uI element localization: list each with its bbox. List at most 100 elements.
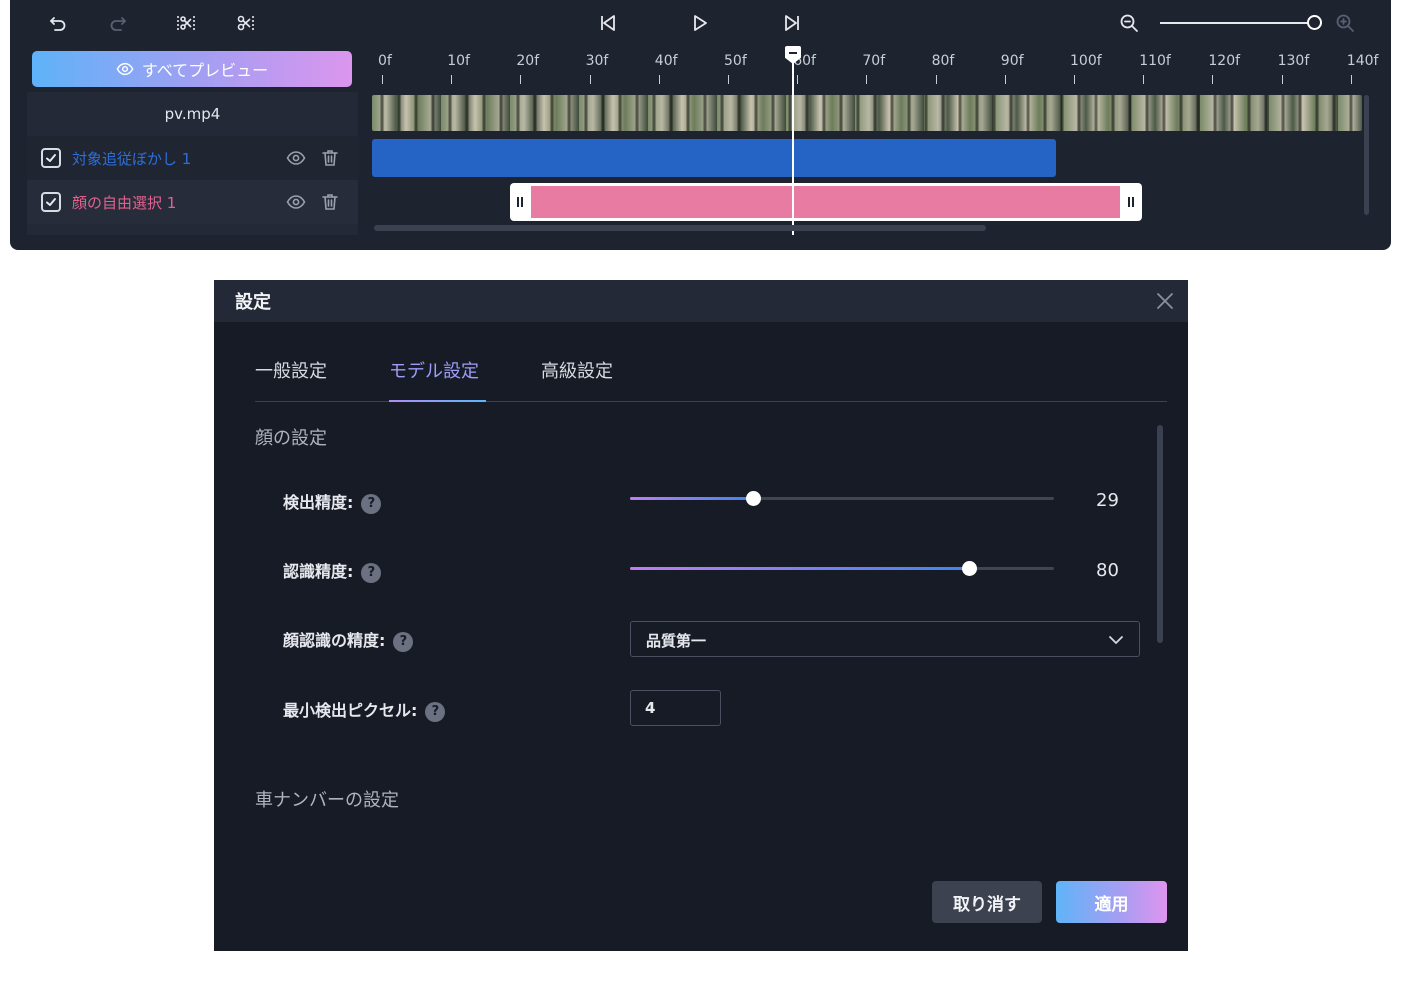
min-pixels-input[interactable] bbox=[630, 690, 721, 726]
help-icon[interactable]: ? bbox=[393, 631, 414, 652]
recognition-precision-row: 認識精度:? bbox=[283, 558, 382, 583]
ruler-label: 10f bbox=[447, 53, 470, 69]
play-button[interactable] bbox=[685, 8, 715, 38]
delete-button[interactable] bbox=[319, 147, 341, 169]
track-checkbox[interactable] bbox=[41, 148, 61, 168]
ruler-label: 130f bbox=[1277, 53, 1310, 69]
dialog-header: 設定 bbox=[214, 280, 1188, 322]
ruler-label: 110f bbox=[1139, 53, 1171, 69]
help-icon[interactable]: ? bbox=[361, 562, 382, 583]
detection-precision-slider[interactable] bbox=[630, 491, 1054, 506]
ruler-tick bbox=[520, 75, 522, 84]
face-accuracy-row: 顔認識の精度:? bbox=[283, 627, 414, 652]
ruler-label: 40f bbox=[654, 53, 678, 69]
preview-all-button[interactable]: すべてプレビュー bbox=[32, 51, 352, 87]
recognition-precision-slider[interactable] bbox=[630, 561, 1054, 576]
detection-precision-row: 検出精度:? bbox=[283, 489, 382, 514]
slider-handle[interactable] bbox=[962, 561, 978, 576]
track-checkbox[interactable] bbox=[41, 192, 61, 212]
ruler-tick bbox=[1074, 75, 1075, 84]
recognition-precision-value: 80 bbox=[1096, 560, 1119, 581]
tab-model[interactable]: モデル設定 bbox=[389, 357, 479, 383]
zoom-out-button[interactable] bbox=[1114, 8, 1144, 38]
undo-icon bbox=[50, 17, 66, 31]
apply-button[interactable]: 適用 bbox=[1056, 881, 1167, 923]
ruler-tick bbox=[728, 75, 729, 84]
face-select-track-clip[interactable] bbox=[510, 183, 1142, 221]
cut-button[interactable] bbox=[231, 8, 261, 38]
visibility-toggle[interactable] bbox=[285, 191, 307, 213]
eye-icon bbox=[286, 195, 306, 209]
split-icon bbox=[177, 16, 195, 30]
skip-back-icon bbox=[601, 15, 615, 31]
track-row-face[interactable]: 顔の自由選択 1 bbox=[27, 180, 358, 224]
skip-back-button[interactable] bbox=[593, 8, 623, 38]
eye-icon bbox=[286, 151, 306, 165]
ruler-label: 20f bbox=[516, 53, 540, 69]
slider-fill bbox=[630, 497, 753, 500]
recognition-precision-label: 認識精度: bbox=[283, 562, 354, 581]
ruler-tick bbox=[1143, 75, 1145, 84]
tab-advanced[interactable]: 高級設定 bbox=[541, 357, 613, 383]
zoom-slider-track[interactable] bbox=[1160, 22, 1316, 24]
video-thumbnail-strip[interactable] bbox=[372, 95, 1362, 131]
plate-settings-title: 車ナンバーの設定 bbox=[255, 790, 399, 811]
redo-icon bbox=[110, 17, 126, 31]
ruler-tick bbox=[589, 75, 591, 84]
trash-icon bbox=[322, 150, 338, 166]
undo-button[interactable] bbox=[43, 8, 73, 38]
track-label: 顔の自由選択 1 bbox=[72, 193, 177, 212]
ruler-label: 80f bbox=[931, 53, 955, 69]
ruler-tick bbox=[382, 75, 383, 84]
horizontal-scrollbar[interactable] bbox=[374, 225, 986, 231]
slider-fill bbox=[630, 567, 970, 570]
slider-handle[interactable] bbox=[745, 491, 761, 506]
skip-forward-button[interactable] bbox=[777, 8, 807, 38]
ruler-tick bbox=[1004, 75, 1006, 84]
dialog-title: 設定 bbox=[235, 292, 271, 313]
face-settings-title: 顔の設定 bbox=[255, 428, 327, 449]
track-row-blur[interactable]: 対象追従ぼかし 1 bbox=[27, 136, 358, 180]
clip-start-handle[interactable] bbox=[517, 197, 523, 207]
ruler-tick bbox=[797, 75, 799, 84]
redo-button[interactable] bbox=[103, 8, 133, 38]
vertical-scrollbar[interactable] bbox=[1364, 95, 1369, 215]
face-accuracy-select[interactable]: 品質第一 bbox=[630, 621, 1140, 657]
face-select-track-fill bbox=[531, 186, 1120, 218]
ruler-label: 70f bbox=[862, 53, 886, 69]
blur-track-clip[interactable] bbox=[372, 139, 1056, 177]
ruler-label: 100f bbox=[1070, 53, 1102, 69]
track-label: 対象追従ぼかし 1 bbox=[72, 149, 192, 168]
dialog-scrollbar[interactable] bbox=[1157, 425, 1163, 643]
active-tab-indicator bbox=[389, 400, 486, 402]
zoom-in-button[interactable] bbox=[1330, 8, 1360, 38]
min-pixels-row: 最小検出ピクセル:? bbox=[283, 697, 446, 722]
help-icon[interactable]: ? bbox=[361, 493, 382, 514]
time-ruler[interactable]: 0f 10f 20f 30f 40f 50f 60f 70f 80f 90f 100f 110f 120… bbox=[372, 48, 1378, 90]
ruler-tick bbox=[658, 75, 660, 84]
eye-icon bbox=[116, 62, 134, 76]
settings-dialog: 設定 一般設定 モデル設定 高級設定 顔の設定 検出精度:? 29 認識精度:?… bbox=[214, 280, 1188, 951]
tab-general[interactable]: 一般設定 bbox=[255, 357, 327, 383]
ruler-label: 90f bbox=[1000, 53, 1024, 69]
chevron-down-icon bbox=[1109, 636, 1123, 644]
visibility-toggle[interactable] bbox=[285, 147, 307, 169]
min-pixels-label: 最小検出ピクセル: bbox=[283, 701, 418, 720]
ruler-tick bbox=[1281, 75, 1283, 84]
file-name: pv.mp4 bbox=[164, 105, 221, 123]
ruler-label: 30f bbox=[585, 53, 609, 69]
cancel-button[interactable]: 取り消す bbox=[932, 881, 1042, 923]
scissors-icon bbox=[237, 15, 254, 31]
zoom-slider-handle[interactable] bbox=[1307, 15, 1322, 30]
playhead-line[interactable] bbox=[792, 58, 794, 235]
track-list: pv.mp4 対象追従ぼかし 1 顔の自由選択 1 bbox=[27, 92, 358, 235]
delete-button[interactable] bbox=[319, 191, 341, 213]
split-button[interactable] bbox=[171, 8, 201, 38]
help-icon[interactable]: ? bbox=[425, 701, 446, 722]
ruler-label: 0f bbox=[378, 53, 392, 69]
close-button[interactable] bbox=[1154, 290, 1176, 312]
clip-end-handle[interactable] bbox=[1128, 197, 1134, 207]
face-accuracy-label: 顔認識の精度: bbox=[283, 631, 386, 650]
ruler-label: 120f bbox=[1208, 53, 1241, 69]
timeline-panel: すべてプレビュー pv.mp4 対象追従ぼかし 1 顔の自由選択 1 0f 10… bbox=[10, 0, 1391, 250]
